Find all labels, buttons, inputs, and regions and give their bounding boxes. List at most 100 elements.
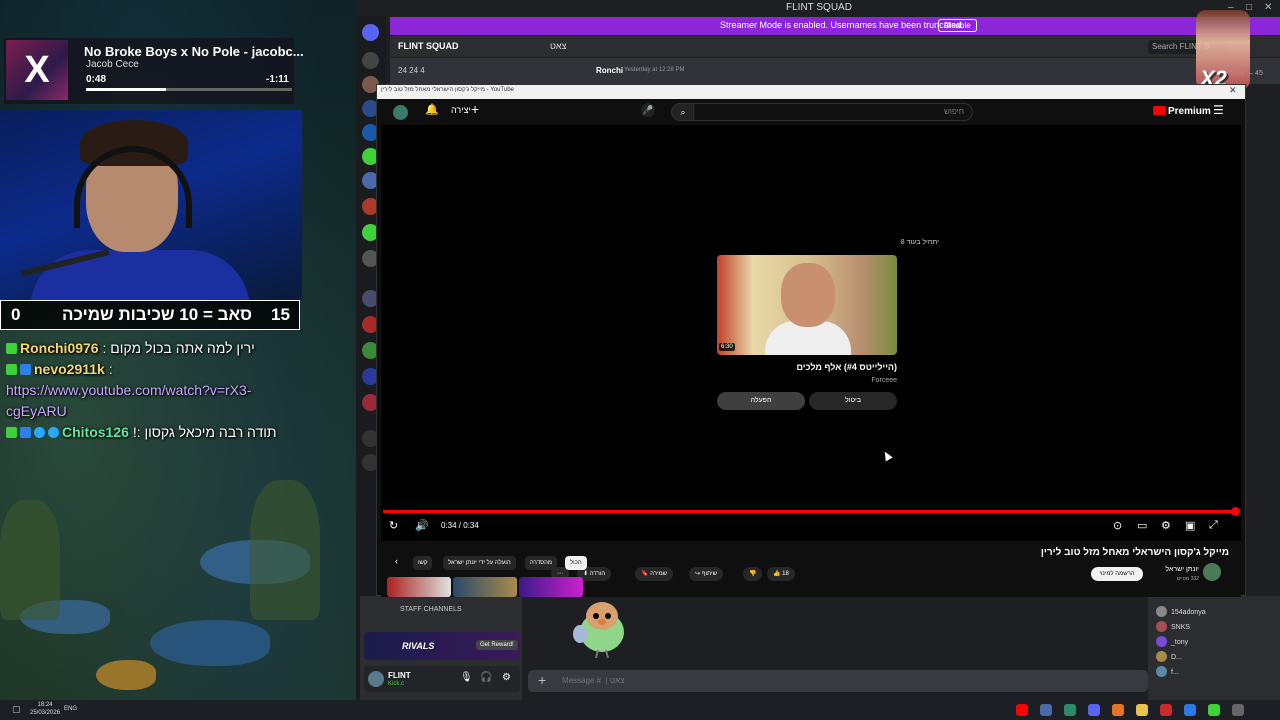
rivals-promo[interactable]: RIVALS Get Reward! xyxy=(364,632,520,660)
chat-message: Chitos126 תודה רבה מיכאל גקסון :! xyxy=(6,422,306,443)
chat-link[interactable]: https://www.youtube.com/watch?v=rX3-cgEy… xyxy=(6,382,252,419)
autoplay-toggle-icon[interactable]: ⊙ xyxy=(1113,519,1122,532)
hamburger-menu-icon[interactable]: ☰ xyxy=(1213,103,1224,117)
fish-decoration xyxy=(96,660,156,690)
dislike-button[interactable]: 👎 xyxy=(743,567,763,581)
chat-text: : xyxy=(108,361,113,377)
save-button[interactable]: 🔖 שמירה xyxy=(635,567,674,581)
subscribe-button[interactable]: הרשמה למינוי xyxy=(1091,567,1143,581)
up-next-countdown: יתחיל בעוד 8 xyxy=(900,239,939,246)
disable-streamer-mode-button[interactable]: Disable xyxy=(938,19,977,32)
search-icon[interactable]: ⌕ xyxy=(671,103,695,121)
taskbar-app-icon[interactable] xyxy=(1064,704,1076,716)
mute-mic-icon[interactable]: 🎙 xyxy=(460,672,473,683)
up-next-thumbnail[interactable]: 6:30 xyxy=(717,255,897,355)
message-author[interactable]: Ronchi xyxy=(596,66,623,75)
chip-related[interactable]: קשו xyxy=(413,556,433,570)
server-name[interactable]: FLINT SQUAD xyxy=(398,41,459,51)
share-label: שיתוף xyxy=(701,571,717,577)
recommended-thumbnail[interactable] xyxy=(453,577,517,597)
search-input[interactable] xyxy=(764,107,964,116)
search-box xyxy=(693,103,973,121)
system-clock[interactable]: 18:24 25/03/2026 xyxy=(30,701,60,717)
fullscreen-icon[interactable]: ⤢ xyxy=(1209,519,1218,532)
logo-text: Premium xyxy=(1168,106,1211,117)
attach-plus-icon[interactable]: + xyxy=(538,672,546,688)
staff-channels-category[interactable]: STAFF CHANNELS xyxy=(400,606,462,613)
youtube-logo-mark xyxy=(1153,106,1166,115)
volume-icon[interactable]: 🔊 xyxy=(415,519,429,532)
taskbar-app-icon[interactable] xyxy=(1232,704,1244,716)
channel-name[interactable]: יונתן ישראל xyxy=(1141,566,1199,573)
chip-series[interactable]: מהסדרה xyxy=(525,556,558,570)
firefox-app-icon[interactable] xyxy=(1112,704,1124,716)
member-item[interactable]: 154adonya xyxy=(1156,606,1206,617)
chat-badge-icon xyxy=(48,427,59,438)
track-elapsed: 0:48 xyxy=(86,74,107,85)
settings-gear-icon[interactable]: ⚙ xyxy=(502,672,511,683)
headphones-icon[interactable]: 🎧 xyxy=(480,672,492,683)
plant-decoration xyxy=(0,500,60,620)
youtube-app-icon[interactable] xyxy=(1016,704,1028,716)
recommended-thumbnail[interactable] xyxy=(519,577,583,597)
member-name: _tony xyxy=(1171,639,1189,646)
track-remaining: -1:11 xyxy=(266,74,289,85)
server-icon[interactable] xyxy=(362,52,379,69)
replay-icon[interactable]: ↻ xyxy=(389,519,398,532)
youtube-popup-window: מייקל ג'קסון הישראלי מאחל מזל טוב לירין … xyxy=(376,84,1246,597)
recommended-thumbnail[interactable] xyxy=(387,577,451,597)
counter-label: סאב = 10 שכיבות שמיכה xyxy=(62,305,252,324)
member-item[interactable]: D... xyxy=(1156,651,1182,662)
server-icon[interactable] xyxy=(362,24,379,41)
discord-app-icon[interactable] xyxy=(1088,704,1100,716)
share-button[interactable]: ↪ שיתוף xyxy=(689,567,723,581)
taskbar-app-icon[interactable] xyxy=(1040,704,1052,716)
player-controls: ↻ 🔊 0:34 / 0:34 ⊙ ▭ ⚙ ▣ ⤢ xyxy=(381,517,1241,539)
windows-taskbar: ▢ 18:24 25/03/2026 ENG xyxy=(0,700,1280,720)
channel-avatar[interactable] xyxy=(1203,563,1221,581)
maximize-icon[interactable]: □ xyxy=(1246,2,1252,13)
avatar[interactable] xyxy=(368,671,384,687)
close-icon[interactable]: ✕ xyxy=(1229,85,1237,96)
bookmark-icon: 🔖 xyxy=(641,571,651,577)
like-button[interactable]: 👍 18 xyxy=(767,567,795,581)
cancel-autoplay-button[interactable]: ביטול xyxy=(809,392,897,410)
language-indicator[interactable]: ENG xyxy=(64,706,77,712)
account-avatar[interactable] xyxy=(393,105,408,120)
play-next-button[interactable]: הפעלה xyxy=(717,392,805,410)
file-explorer-icon[interactable] xyxy=(1136,704,1148,716)
settings-gear-icon[interactable]: ⚙ xyxy=(1161,519,1171,532)
up-next-title[interactable]: (היילייטס #4) אלף מלכים xyxy=(717,362,898,372)
voice-search-mic-icon[interactable]: 🎤 xyxy=(641,103,655,117)
download-label: הורדה xyxy=(589,571,606,577)
taskbar-app-icon[interactable] xyxy=(1208,704,1220,716)
member-item[interactable]: _tony xyxy=(1156,636,1188,647)
close-icon[interactable]: ✕ xyxy=(1264,2,1272,13)
create-label[interactable]: יצירה xyxy=(451,105,471,115)
scrubber-handle[interactable] xyxy=(1231,507,1240,516)
video-player[interactable]: יתחיל בעוד 8 6:30 (היילייטס #4) אלף מלכי… xyxy=(381,125,1241,541)
member-item[interactable]: f... xyxy=(1156,666,1179,677)
member-item[interactable]: SNKS xyxy=(1156,621,1190,632)
create-plus-icon[interactable]: + xyxy=(471,101,479,117)
video-progress-bar[interactable] xyxy=(383,507,1240,516)
chevron-left-icon[interactable]: ‹ xyxy=(395,556,398,566)
notification-icon[interactable]: ▢ xyxy=(12,704,21,715)
mouse-cursor-icon xyxy=(881,449,893,462)
streamer-body xyxy=(30,250,250,300)
chip-uploader[interactable]: הועלה על ידי יונתן ישראל xyxy=(443,556,516,570)
message-input[interactable] xyxy=(562,676,862,685)
youtube-logo[interactable]: Premium xyxy=(1153,106,1211,117)
obs-app-icon[interactable] xyxy=(1160,704,1172,716)
theater-mode-icon[interactable]: ▣ xyxy=(1185,519,1195,532)
member-avatar xyxy=(1156,606,1167,617)
chat-badge-icon xyxy=(20,364,31,375)
member-name: D... xyxy=(1171,654,1182,661)
window-title: FLINT SQUAD xyxy=(786,2,852,13)
taskbar-app-icon[interactable] xyxy=(1184,704,1196,716)
get-reward-button[interactable]: Get Reward! xyxy=(476,640,518,650)
subtitles-icon[interactable]: ▭ xyxy=(1137,519,1147,532)
chat-badge-icon xyxy=(20,427,31,438)
notifications-bell-icon[interactable]: 🔔 xyxy=(425,103,439,116)
chip-all[interactable]: הכול xyxy=(565,556,587,570)
